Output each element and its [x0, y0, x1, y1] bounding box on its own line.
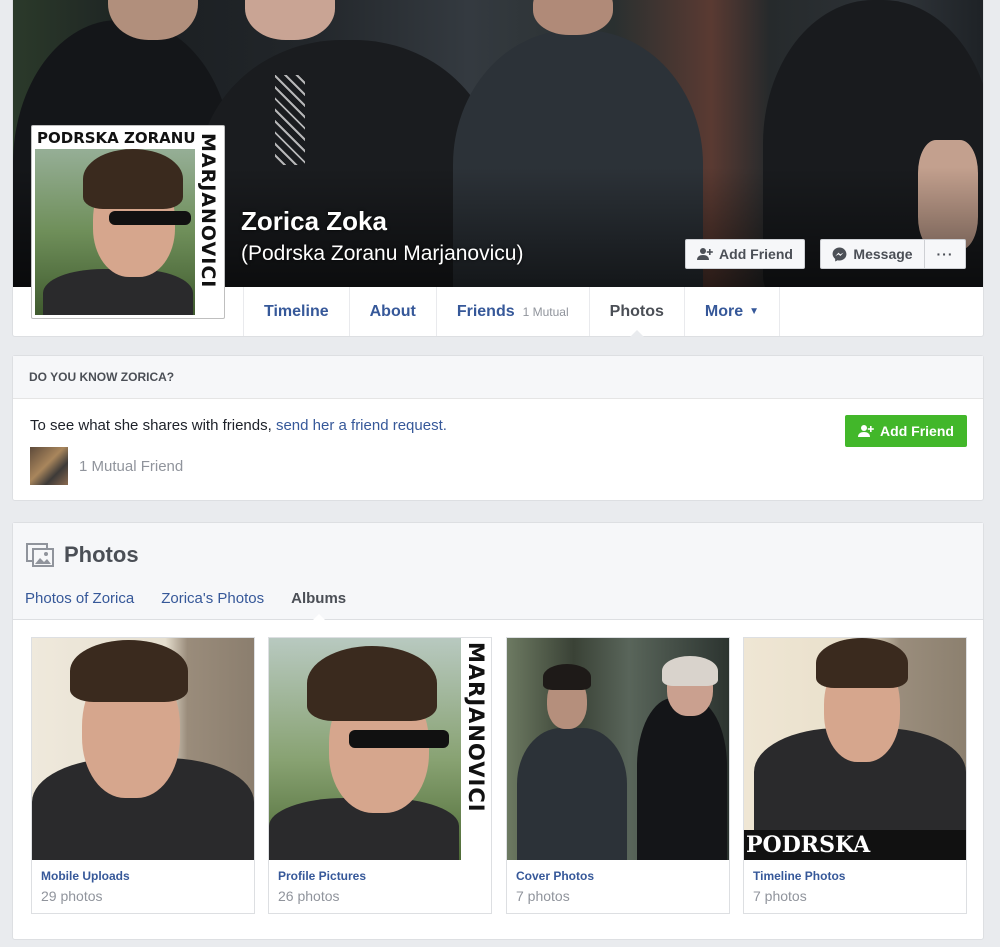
tab-about[interactable]: About — [350, 287, 437, 336]
mutual-friend-avatar[interactable] — [30, 447, 68, 485]
album-thumbnail[interactable] — [507, 638, 729, 860]
caret-down-icon: ▼ — [749, 306, 760, 317]
add-friend-button[interactable]: Add Friend — [685, 239, 805, 269]
album-card[interactable]: Mobile Uploads 29 photos — [31, 637, 255, 914]
add-friend-green-button[interactable]: Add Friend — [845, 415, 967, 447]
mutual-friends-row: 1 Mutual Friend — [30, 447, 183, 485]
photos-subtabs: Photos of Zorica Zorica's Photos Albums — [25, 590, 373, 621]
profile-name: Zorica Zoka — [241, 206, 387, 236]
subtab-albums[interactable]: Albums — [291, 590, 346, 621]
album-name[interactable]: Mobile Uploads — [41, 869, 130, 883]
album-photo-count: 7 photos — [516, 888, 570, 904]
add-friend-green-label: Add Friend — [880, 423, 954, 439]
album-photo-count: 26 photos — [278, 888, 340, 904]
profile-alternate-name: (Podrska Zoranu Marjanovicu) — [241, 242, 524, 265]
profile-pic-top-text: PODRSKA ZORANU — [37, 129, 196, 147]
album-thumbnail[interactable]: MARJANOVICI — [269, 638, 491, 860]
profile-pic-side-text: MARJANOVICI — [197, 133, 219, 289]
profile-picture[interactable]: PODRSKA ZORANU MARJANOVICI — [31, 125, 225, 319]
album-photo-count: 7 photos — [753, 888, 807, 904]
tab-more[interactable]: More ▼ — [685, 287, 781, 336]
mutual-friend-text[interactable]: 1 Mutual Friend — [79, 458, 183, 475]
album-card[interactable]: PODRSKA Timeline Photos 7 photos — [743, 637, 967, 914]
photos-card: Photos Photos of Zorica Zorica's Photos … — [12, 522, 984, 940]
do-you-know-heading: DO YOU KNOW ZORICA? — [13, 356, 983, 399]
album-card[interactable]: Cover Photos 7 photos — [506, 637, 730, 914]
messenger-icon — [832, 246, 847, 262]
profile-tabs: Timeline About Friends 1 Mutual Photos M… — [243, 287, 781, 337]
add-friend-label: Add Friend — [719, 246, 793, 262]
album-name[interactable]: Profile Pictures — [278, 869, 366, 883]
message-button[interactable]: Message — [820, 239, 925, 269]
add-friend-icon — [697, 247, 713, 261]
mutual-count: 1 Mutual — [522, 304, 569, 319]
album-side-text: MARJANOVICI — [464, 642, 488, 813]
tab-timeline[interactable]: Timeline — [244, 287, 350, 336]
tab-photos[interactable]: Photos — [590, 287, 685, 337]
add-friend-icon — [858, 424, 874, 438]
photos-heading[interactable]: Photos — [26, 542, 139, 568]
album-banner-text: PODRSKA — [744, 830, 966, 860]
more-dots-icon: ··· — [936, 246, 954, 262]
more-options-button[interactable]: ··· — [924, 239, 966, 269]
message-label: Message — [853, 246, 913, 262]
album-grid: Mobile Uploads 29 photos MARJANOVICI Pro… — [31, 637, 967, 914]
album-photo-count: 29 photos — [41, 888, 103, 904]
album-name[interactable]: Cover Photos — [516, 869, 594, 883]
profile-header: PODRSKA ZORANU MARJANOVICI Zorica Zoka (… — [12, 0, 984, 337]
album-name[interactable]: Timeline Photos — [753, 869, 845, 883]
do-you-know-card: DO YOU KNOW ZORICA? To see what she shar… — [12, 355, 984, 501]
subtab-photos-of[interactable]: Photos of Zorica — [25, 590, 134, 607]
album-thumbnail[interactable]: PODRSKA — [744, 638, 966, 860]
photos-icon — [26, 543, 54, 567]
album-card[interactable]: MARJANOVICI Profile Pictures 26 photos — [268, 637, 492, 914]
friend-request-prompt: To see what she shares with friends, sen… — [30, 417, 447, 434]
album-thumbnail[interactable] — [32, 638, 254, 860]
send-friend-request-link[interactable]: send her a friend request. — [276, 417, 447, 434]
subtab-users-photos[interactable]: Zorica's Photos — [161, 590, 264, 607]
tab-friends[interactable]: Friends 1 Mutual — [437, 287, 590, 336]
